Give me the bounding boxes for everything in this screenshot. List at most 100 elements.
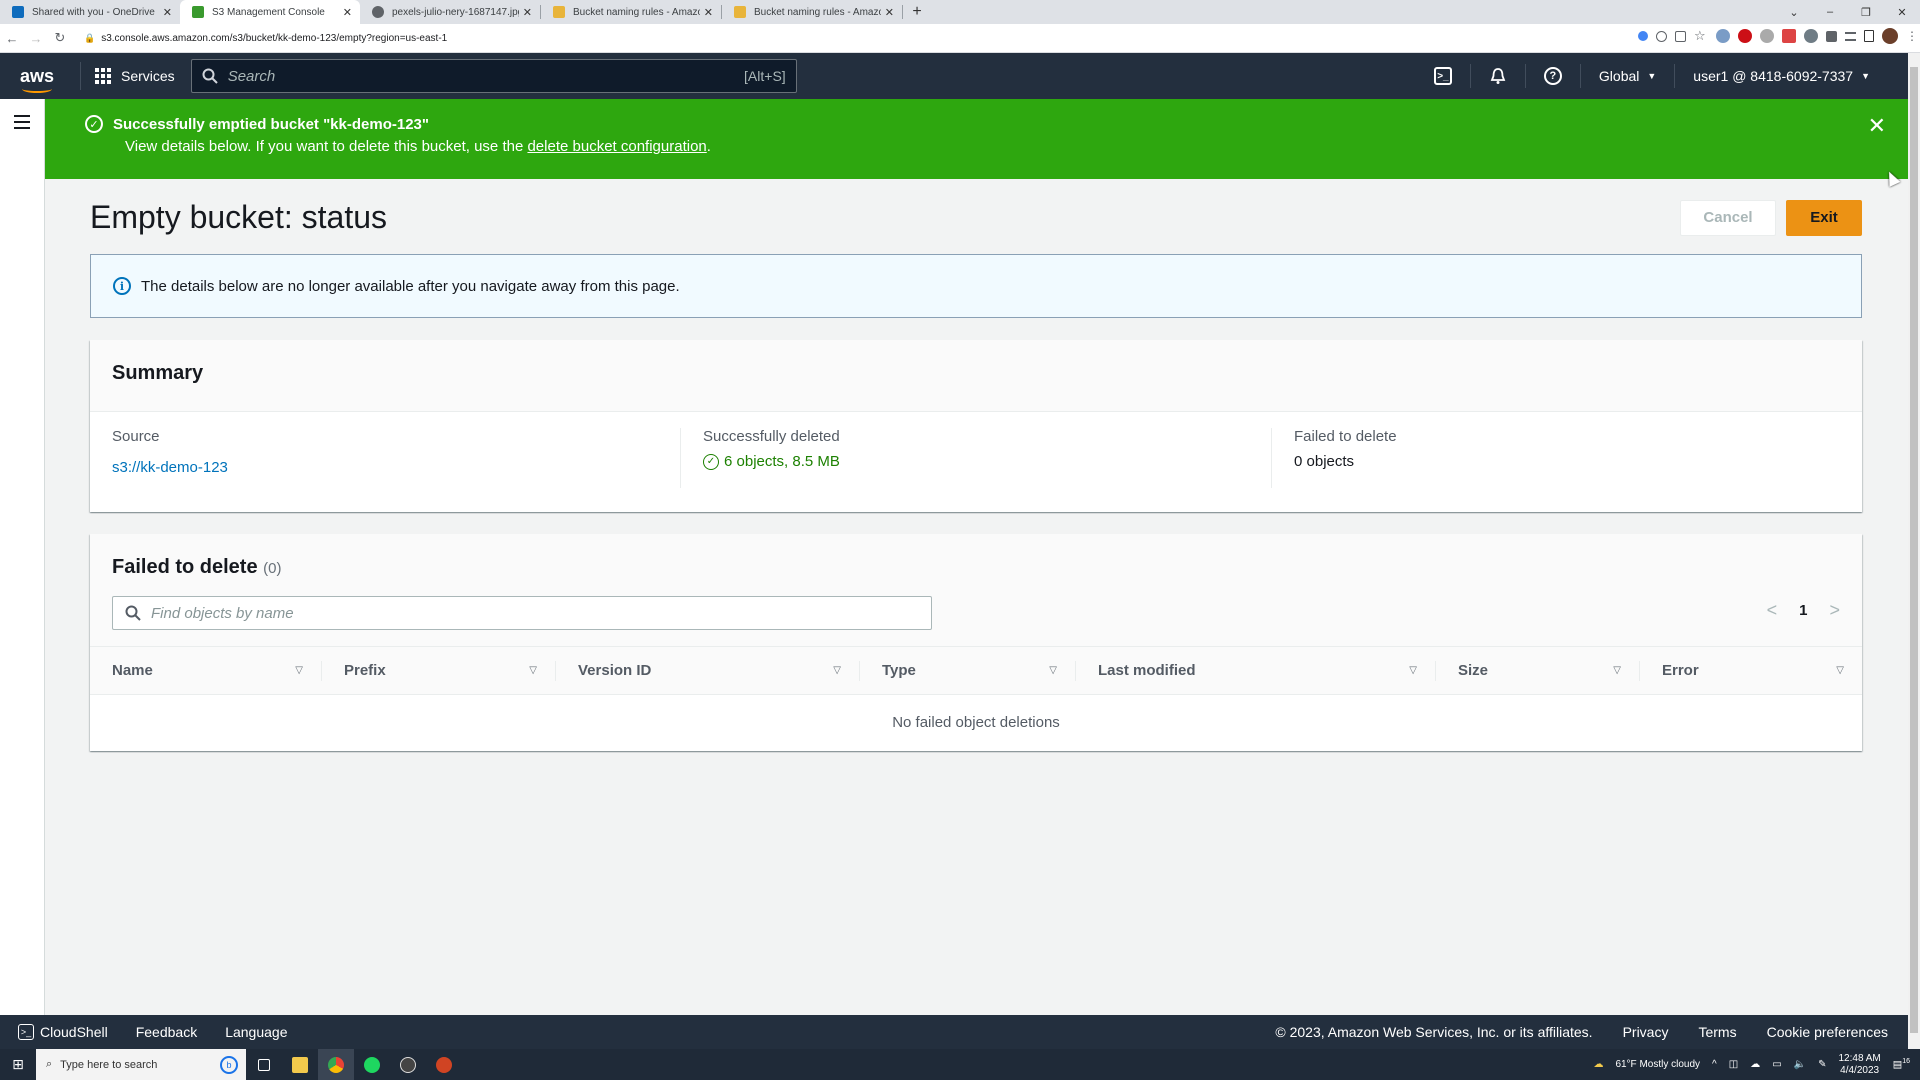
notifications-button[interactable] xyxy=(1469,64,1525,88)
pen-icon[interactable]: ✎ xyxy=(1818,1059,1826,1070)
column-header-last-modified[interactable]: Last modified ▽ xyxy=(1076,647,1436,695)
powerpoint-icon[interactable] xyxy=(426,1049,462,1080)
language-link[interactable]: Language xyxy=(225,1024,287,1040)
close-tab-icon[interactable]: ✕ xyxy=(343,6,352,19)
url-field[interactable]: 🔒 s3.console.aws.amazon.com/s3/bucket/kk… xyxy=(84,33,447,44)
adblock-icon[interactable] xyxy=(1760,29,1774,43)
services-menu-button[interactable]: Services xyxy=(95,68,175,84)
tab-search-icon[interactable]: ⌄ xyxy=(1776,6,1812,19)
new-tab-button[interactable]: + xyxy=(903,0,931,24)
obs-icon[interactable] xyxy=(390,1049,426,1080)
aws-logo[interactable]: aws xyxy=(20,67,70,93)
services-label: Services xyxy=(121,68,175,84)
meet-now-icon[interactable]: ◫ xyxy=(1729,1059,1738,1070)
volume-icon[interactable]: 🔈 xyxy=(1794,1059,1806,1070)
zoom-icon[interactable] xyxy=(1656,30,1667,42)
global-search-input[interactable]: Search [Alt+S] xyxy=(190,59,797,93)
failed-objects-table: Name ▽ Prefix ▽ Version ID ▽ Type ▽ Last mod… xyxy=(90,646,1862,751)
browser-tab-onedrive[interactable]: Shared with you - OneDrive ✕ xyxy=(0,0,180,24)
cloudshell-button[interactable]: >_ xyxy=(1416,64,1470,88)
share-icon[interactable] xyxy=(1675,30,1686,42)
aws-docs-favicon-icon xyxy=(553,6,565,18)
chrome-icon[interactable] xyxy=(318,1049,354,1080)
sort-icon[interactable]: ▽ xyxy=(1409,665,1417,676)
column-header-version-id[interactable]: Version ID ▽ xyxy=(556,647,860,695)
sort-icon[interactable]: ▽ xyxy=(1613,665,1621,676)
info-icon: i xyxy=(113,277,131,295)
show-hidden-icons[interactable]: ^ xyxy=(1712,1059,1717,1070)
browser-tab-bucket-naming-1[interactable]: Bucket naming rules - Amazon S ✕ xyxy=(541,0,721,24)
delete-bucket-configuration-link[interactable]: delete bucket configuration xyxy=(527,138,706,155)
reload-icon[interactable]: ↻ xyxy=(48,30,72,46)
profile-avatar[interactable] xyxy=(1882,28,1898,44)
side-panel-icon[interactable] xyxy=(1864,30,1874,42)
column-header-name[interactable]: Name ▽ xyxy=(90,647,322,695)
flash-title: Successfully emptied bucket "kk-demo-123… xyxy=(113,115,430,133)
terms-link[interactable]: Terms xyxy=(1698,1024,1736,1040)
windows-start-icon[interactable]: ⊞ xyxy=(0,1056,36,1073)
task-view-icon[interactable] xyxy=(246,1049,282,1080)
tab-label: Shared with you - OneDrive xyxy=(32,6,155,18)
extension-3-icon[interactable] xyxy=(1804,29,1818,43)
column-header-type[interactable]: Type ▽ xyxy=(860,647,1076,695)
close-tab-icon[interactable]: ✕ xyxy=(704,6,713,19)
close-tab-icon[interactable]: ✕ xyxy=(885,6,894,19)
source-bucket-link[interactable]: s3://kk-demo-123 xyxy=(112,459,658,476)
sort-icon[interactable]: ▽ xyxy=(1836,665,1844,676)
column-header-prefix[interactable]: Prefix ▽ xyxy=(322,647,556,695)
next-page-icon[interactable]: > xyxy=(1829,600,1840,621)
close-tab-icon[interactable]: ✕ xyxy=(523,6,532,19)
region-selector[interactable]: Global ▼ xyxy=(1579,64,1674,88)
clock-time: 12:48 AM xyxy=(1838,1052,1881,1064)
browser-menu-icon[interactable]: ⋮ xyxy=(1906,29,1918,43)
help-button[interactable]: ? xyxy=(1524,64,1580,88)
page-scrollbar[interactable] xyxy=(1908,53,1920,1049)
exit-button[interactable]: Exit xyxy=(1786,199,1862,236)
reading-list-icon[interactable] xyxy=(1845,31,1856,41)
current-page-number[interactable]: 1 xyxy=(1799,602,1807,619)
scrollbar-thumb[interactable] xyxy=(1910,67,1918,1033)
column-header-size[interactable]: Size ▽ xyxy=(1436,647,1640,695)
sort-icon[interactable]: ▽ xyxy=(529,665,537,676)
sort-icon[interactable]: ▽ xyxy=(295,665,303,676)
sort-icon[interactable]: ▽ xyxy=(833,665,841,676)
weather-text[interactable]: 61°F Mostly cloudy xyxy=(1615,1059,1700,1070)
extension-2-icon[interactable] xyxy=(1782,29,1796,43)
find-objects-filter[interactable] xyxy=(112,596,932,630)
previous-page-icon[interactable]: < xyxy=(1767,600,1778,621)
extensions-puzzle-icon[interactable] xyxy=(1826,30,1837,42)
bookmark-star-icon[interactable]: ☆ xyxy=(1694,29,1708,43)
onedrive-tray-icon[interactable]: ☁ xyxy=(1750,1059,1760,1070)
cancel-button[interactable]: Cancel xyxy=(1680,199,1776,236)
forward-icon[interactable]: → xyxy=(24,31,48,46)
minimize-icon[interactable]: – xyxy=(1812,6,1848,18)
browser-tab-bucket-naming-2[interactable]: Bucket naming rules - Amazon S ✕ xyxy=(722,0,902,24)
account-menu[interactable]: user1 @ 8418-6092-7337 ▼ xyxy=(1674,64,1888,88)
back-icon[interactable]: ← xyxy=(0,31,24,46)
footer-cloudshell-button[interactable]: >_ CloudShell xyxy=(18,1024,108,1040)
feedback-link[interactable]: Feedback xyxy=(136,1024,197,1040)
browser-tab-s3-console[interactable]: S3 Management Console ✕ xyxy=(180,0,360,24)
opera-icon[interactable] xyxy=(1738,29,1752,43)
sort-icon[interactable]: ▽ xyxy=(1049,665,1057,676)
notification-center-icon[interactable]: ▤16 xyxy=(1893,1058,1910,1070)
google-icon[interactable] xyxy=(1638,31,1648,41)
cookie-preferences-link[interactable]: Cookie preferences xyxy=(1767,1024,1888,1040)
browser-tab-image[interactable]: pexels-julio-nery-1687147.jpg (3 ✕ xyxy=(360,0,540,24)
spotify-icon[interactable] xyxy=(354,1049,390,1080)
restore-icon[interactable]: ❐ xyxy=(1848,6,1884,19)
file-explorer-icon[interactable] xyxy=(282,1049,318,1080)
dismiss-flash-close-icon[interactable]: ✕ xyxy=(1868,113,1886,139)
bing-icon[interactable]: b xyxy=(220,1055,238,1074)
menu-hamburger-icon[interactable] xyxy=(14,115,30,133)
close-window-icon[interactable]: ✕ xyxy=(1884,6,1920,19)
taskbar-search-placeholder: Type here to search xyxy=(60,1058,158,1071)
network-icon[interactable]: ▭ xyxy=(1772,1059,1781,1070)
find-objects-input[interactable] xyxy=(151,604,911,622)
system-clock[interactable]: 12:48 AM 4/4/2023 xyxy=(1838,1053,1880,1077)
column-header-error[interactable]: Error ▽ xyxy=(1640,647,1862,695)
close-tab-icon[interactable]: ✕ xyxy=(163,6,172,19)
privacy-link[interactable]: Privacy xyxy=(1623,1024,1669,1040)
extension-1-icon[interactable] xyxy=(1716,29,1730,43)
taskbar-search[interactable]: ⌕ Type here to search b xyxy=(36,1049,246,1080)
